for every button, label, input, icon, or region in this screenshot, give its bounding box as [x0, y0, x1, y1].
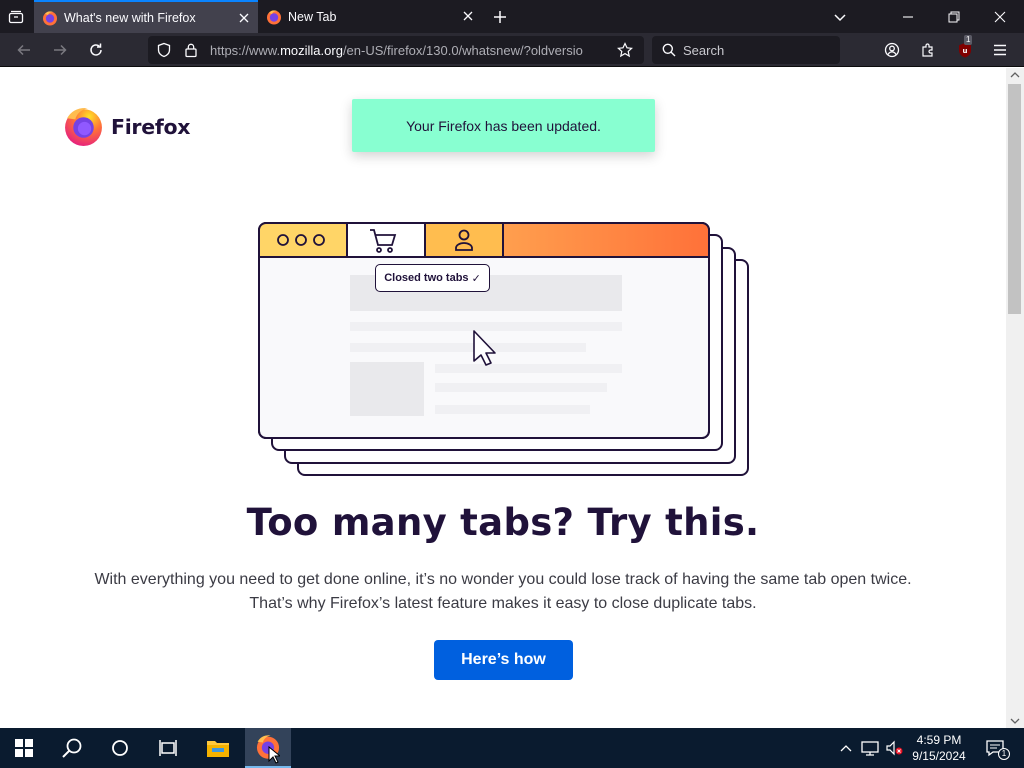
page-headline: Too many tabs? Try this. — [246, 501, 760, 544]
search-icon — [661, 42, 677, 58]
restore-window-icon[interactable] — [944, 7, 964, 27]
scroll-up-arrow-icon[interactable] — [1006, 68, 1024, 82]
clock-time: 4:59 PM — [916, 733, 962, 747]
svg-text:u: u — [963, 47, 968, 55]
window-controls-tab — [260, 224, 347, 257]
new-tab-icon[interactable] — [490, 7, 510, 27]
url-prefix: https://www. — [210, 43, 281, 58]
url-domain: mozilla.org — [280, 43, 343, 58]
duplicate-tabs-illustration — [258, 222, 749, 476]
placeholder-image — [350, 362, 424, 416]
network-button[interactable] — [860, 728, 880, 768]
close-tab-icon[interactable] — [236, 10, 252, 26]
address-bar[interactable]: https://www.mozilla.org/en-US/firefox/13… — [148, 36, 644, 64]
firefox-taskbar-button[interactable] — [245, 728, 291, 768]
lock-icon[interactable] — [182, 41, 200, 59]
cortana-button[interactable] — [96, 728, 144, 768]
chevron-down-icon[interactable] — [830, 7, 850, 27]
screen: What's new with Firefox New Tab https://… — [0, 0, 1024, 768]
folder-icon — [207, 741, 229, 757]
hamburger-menu-icon[interactable] — [990, 40, 1010, 60]
account-icon[interactable] — [882, 40, 902, 60]
windows-taskbar: 4:59 PM 9/15/2024 1 — [0, 728, 1024, 768]
firefox-brand[interactable]: Firefox — [63, 106, 190, 147]
tracking-shield-icon[interactable] — [155, 41, 173, 59]
extensions-puzzle-icon[interactable] — [918, 40, 938, 60]
clock-date: 9/15/2024 — [912, 749, 966, 763]
brand-name: Firefox — [111, 114, 191, 139]
reload-icon[interactable] — [86, 40, 106, 60]
ublock-origin-icon[interactable]: u 1 — [954, 35, 976, 62]
mouse-pointer-icon — [268, 746, 280, 764]
search-placeholder: Search — [683, 43, 725, 58]
back-arrow-icon[interactable] — [14, 40, 34, 60]
placeholder-line — [350, 322, 622, 331]
volume-muted-icon — [886, 740, 903, 756]
scroll-down-arrow-icon[interactable] — [1006, 714, 1024, 728]
tab-title: What's new with Firefox — [64, 10, 196, 25]
volume-button[interactable] — [884, 728, 904, 768]
extension-badge: 1 — [964, 35, 973, 45]
placeholder-line — [435, 383, 607, 392]
cortana-circle-icon — [112, 740, 128, 756]
closed-tabs-badge-text: Closed two tabs — [384, 272, 469, 284]
description-line: With everything you need to get done onl… — [94, 571, 912, 588]
update-notification: Your Firefox has been updated. — [352, 99, 655, 152]
windows-logo-icon — [15, 739, 33, 757]
start-button[interactable] — [0, 728, 48, 768]
search-icon — [62, 738, 82, 758]
list-all-tabs-icon[interactable] — [6, 7, 26, 27]
placeholder-line — [435, 364, 622, 373]
action-center-button[interactable]: 1 — [980, 728, 1010, 768]
chevron-up-icon — [840, 745, 852, 752]
checkmark-icon: ✓ — [471, 272, 481, 285]
update-notification-text: Your Firefox has been updated. — [406, 117, 601, 134]
navigation-toolbar: https://www.mozilla.org/en-US/firefox/13… — [0, 33, 1024, 67]
task-view-icon — [159, 740, 177, 756]
firefox-favicon-icon — [267, 9, 281, 24]
description-line: That’s why Firefox’s latest feature make… — [249, 595, 757, 612]
shopping-tab — [347, 224, 425, 257]
page-description: With everything you need to get done onl… — [0, 568, 1006, 616]
firefox-favicon-icon — [43, 10, 57, 25]
tab-new-tab[interactable]: New Tab — [258, 0, 482, 33]
close-tab-icon[interactable] — [460, 8, 476, 24]
placeholder-line — [350, 343, 586, 352]
forward-arrow-icon[interactable] — [50, 40, 70, 60]
minimize-window-icon[interactable] — [898, 7, 918, 27]
network-icon — [861, 741, 879, 756]
system-clock[interactable]: 4:59 PM 9/15/2024 — [903, 732, 975, 764]
scrollbar-thumb[interactable] — [1008, 84, 1021, 314]
file-explorer-button[interactable] — [196, 728, 240, 768]
show-hidden-icons-button[interactable] — [838, 728, 854, 768]
placeholder-line — [435, 405, 590, 414]
notification-count: 1 — [998, 748, 1010, 760]
tab-whats-new[interactable]: What's new with Firefox — [34, 0, 258, 33]
profile-tab — [425, 224, 503, 257]
url-path: /en-US/firefox/130.0/whatsnew/?oldversio — [342, 43, 583, 58]
tab-title: New Tab — [288, 9, 337, 24]
task-view-button[interactable] — [144, 728, 192, 768]
search-button[interactable] — [48, 728, 96, 768]
url-text[interactable]: https://www.mozilla.org/en-US/firefox/13… — [210, 43, 608, 58]
close-window-icon[interactable] — [990, 7, 1010, 27]
bookmark-star-icon[interactable] — [616, 41, 634, 59]
page-content: Firefox Your Firefox has been updated. C… — [0, 68, 1006, 728]
search-bar[interactable]: Search — [652, 36, 840, 64]
firefox-logo-icon — [65, 107, 102, 146]
heres-how-button[interactable]: Here’s how — [434, 640, 573, 680]
closed-tabs-badge: Closed two tabs ✓ — [375, 264, 490, 292]
tab-bar: What's new with Firefox New Tab — [0, 0, 1024, 33]
